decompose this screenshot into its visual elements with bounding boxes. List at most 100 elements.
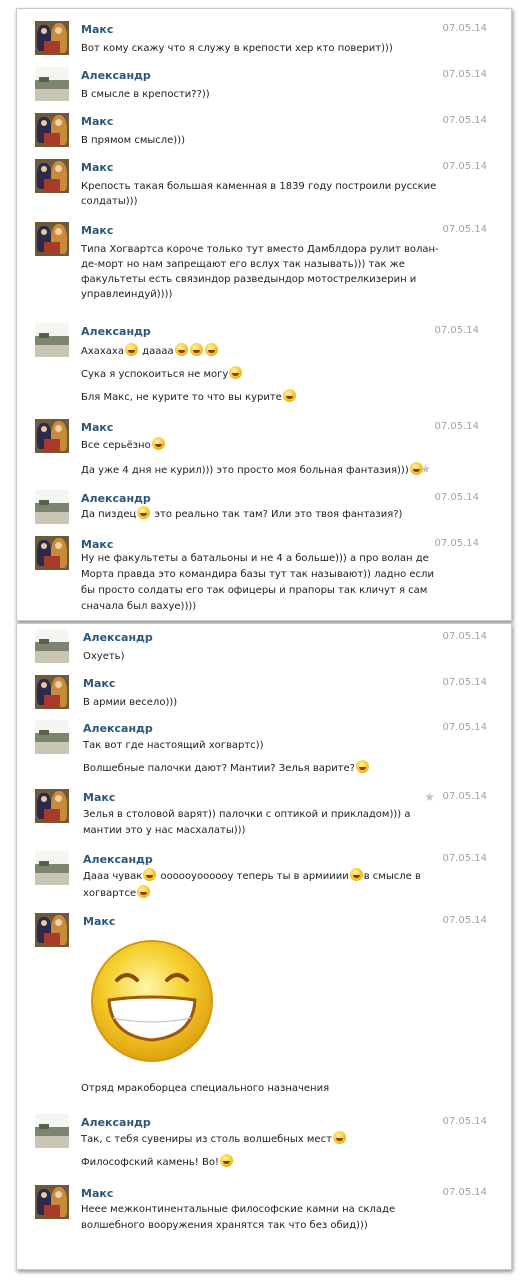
message-text: Сука я успокоиться не могу bbox=[81, 366, 489, 383]
message-text: Охуеть) bbox=[83, 651, 125, 662]
avatar-maks[interactable] bbox=[35, 159, 69, 193]
message-date: 07.05.14 bbox=[434, 325, 479, 336]
message: Макс 07.05.14 Типа Хогвартса короче толь… bbox=[17, 222, 511, 312]
avatar-maks[interactable] bbox=[35, 675, 69, 709]
message-date: 07.05.14 bbox=[442, 115, 487, 126]
message-date: 07.05.14 bbox=[434, 492, 479, 503]
message-date: 07.05.14 bbox=[434, 538, 479, 549]
message-text: Так вот где настоящий хогвартс)) bbox=[83, 740, 264, 751]
smile-icon bbox=[143, 868, 157, 881]
author-name[interactable]: Макс bbox=[81, 161, 113, 174]
message-text: хогвартсе bbox=[83, 885, 489, 902]
author-name[interactable]: Макс bbox=[81, 224, 113, 237]
message-date: 07.05.14 bbox=[442, 853, 487, 864]
author-name[interactable]: Александр bbox=[83, 722, 153, 735]
star-icon[interactable]: ★ bbox=[424, 790, 435, 804]
smile-icon bbox=[174, 343, 188, 356]
message-text: Типа Хогвартса короче только тут вместо … bbox=[81, 244, 439, 255]
avatar-aleksandr[interactable] bbox=[35, 720, 69, 754]
message-date: 07.05.14 bbox=[442, 677, 487, 688]
author-name[interactable]: Александр bbox=[81, 492, 151, 505]
message-text: де-морт но нам запрещают его вслух так н… bbox=[81, 259, 405, 270]
smile-icon bbox=[229, 366, 243, 379]
author-name[interactable]: Макс bbox=[81, 23, 113, 36]
avatar-maks[interactable] bbox=[35, 1185, 69, 1219]
message-text: Ахахаха дaааа bbox=[81, 343, 489, 360]
smile-icon bbox=[355, 760, 369, 773]
message-date: 07.05.14 bbox=[442, 224, 487, 235]
message-text: Бля Макс, не курите то что вы курите bbox=[81, 389, 489, 406]
message: Макс 07.05.14 Крепость такая большая кам… bbox=[17, 159, 511, 215]
author-name[interactable]: Макс bbox=[81, 538, 113, 551]
author-name[interactable]: Александр bbox=[81, 69, 151, 82]
smile-icon bbox=[204, 343, 218, 356]
message-text: Неее межконтинентальные философские камн… bbox=[81, 1204, 396, 1215]
message-text: волшебного вооружения хранятся так что б… bbox=[81, 1220, 368, 1231]
author-name[interactable]: Александр bbox=[83, 853, 153, 866]
message-text: бы просто солдаты его так офицеры и прап… bbox=[81, 585, 428, 596]
avatar-aleksandr[interactable] bbox=[35, 490, 69, 524]
message-text: мантии это у нас масхалаты))) bbox=[83, 825, 246, 836]
message-text: факультеты есть связиндор разведындор мо… bbox=[81, 274, 417, 285]
message-date: 07.05.14 bbox=[442, 631, 487, 642]
avatar-maks[interactable] bbox=[35, 913, 69, 947]
smile-icon bbox=[189, 343, 203, 356]
smile-icon bbox=[332, 1131, 346, 1144]
author-name[interactable]: Александр bbox=[81, 325, 151, 338]
chat-screenshot-part-1: Макс 07.05.14 Вот кому скажу что я служу… bbox=[16, 8, 512, 621]
message-date: 07.05.14 bbox=[442, 1116, 487, 1127]
avatar-aleksandr[interactable] bbox=[35, 323, 69, 357]
author-name[interactable]: Макс bbox=[83, 677, 115, 690]
smile-icon bbox=[137, 506, 151, 519]
avatar-aleksandr[interactable] bbox=[35, 629, 69, 663]
avatar-maks[interactable] bbox=[35, 222, 69, 256]
message-text: В прямом смысле))) bbox=[81, 135, 186, 146]
author-name[interactable]: Александр bbox=[83, 631, 153, 644]
avatar-maks[interactable] bbox=[35, 536, 69, 570]
message-date: 07.05.14 bbox=[442, 791, 487, 802]
message-text: В армии весело))) bbox=[83, 697, 178, 708]
avatar-maks[interactable] bbox=[35, 113, 69, 147]
message-text: Вот кому скажу что я служу в крепости хе… bbox=[81, 43, 393, 54]
avatar-maks[interactable] bbox=[35, 419, 69, 453]
message: Александр 07.05.14 Охуеть) bbox=[17, 629, 511, 669]
message-text: Так, с тебя сувениры из столь волшебных … bbox=[81, 1131, 489, 1148]
message: Александр 07.05.14 Да пиздец это реально… bbox=[17, 490, 511, 530]
big-smile-sticker bbox=[91, 940, 213, 1062]
author-name[interactable]: Макс bbox=[83, 915, 115, 928]
avatar-maks[interactable] bbox=[35, 21, 69, 55]
author-name[interactable]: Макс bbox=[81, 1187, 113, 1200]
avatar-aleksandr[interactable] bbox=[35, 1114, 69, 1148]
message-date: 07.05.14 bbox=[442, 161, 487, 172]
author-name[interactable]: Александр bbox=[81, 1116, 151, 1129]
smile-icon bbox=[137, 885, 151, 898]
message-text: Дааа чувак ooooоуoooooу теперь ты в арми… bbox=[83, 868, 489, 885]
star-icon[interactable]: ★ bbox=[420, 462, 431, 476]
message-text: Все серьёзно bbox=[81, 437, 489, 454]
avatar-aleksandr[interactable] bbox=[35, 67, 69, 101]
author-name[interactable]: Макс bbox=[83, 791, 115, 804]
message-text: Отряд мракоборцеа специального назначени… bbox=[81, 1083, 330, 1094]
message: Макс 07.05.14 Неее межконтинентальные фи… bbox=[17, 1185, 511, 1237]
message-date: 07.05.14 bbox=[442, 69, 487, 80]
avatar-maks[interactable] bbox=[35, 789, 69, 823]
message: Макс 07.05.14 Ну не факультеты а батальо… bbox=[17, 536, 511, 620]
message-text: Да пиздец это реально так там? Или это т… bbox=[81, 506, 489, 523]
message: Александр 07.05.14 Так, с тебя сувениры … bbox=[17, 1114, 511, 1176]
smile-icon bbox=[151, 437, 165, 450]
message: Александр 07.05.14 Так вот где настоящий… bbox=[17, 720, 511, 782]
smile-icon bbox=[349, 868, 363, 881]
message-date: 07.05.14 bbox=[442, 722, 487, 733]
avatar-aleksandr[interactable] bbox=[35, 851, 69, 885]
author-name[interactable]: Макс bbox=[81, 421, 113, 434]
smile-icon bbox=[219, 1154, 233, 1167]
message-date: 07.05.14 bbox=[442, 23, 487, 34]
message: Александр 07.05.14 Дааа чувак ooooоуoooo… bbox=[17, 851, 511, 903]
message-text: солдаты))) bbox=[81, 196, 138, 207]
message-text: В смысле в крепости??)) bbox=[81, 89, 210, 100]
message-date: 07.05.14 bbox=[434, 421, 479, 432]
message-text: Зелья в столовой варят)) палочки с оптик… bbox=[83, 809, 411, 820]
smile-icon bbox=[282, 389, 296, 402]
author-name[interactable]: Макс bbox=[81, 115, 113, 128]
chat-screenshot-part-2: Александр 07.05.14 Охуеть) Макс 07.05.14… bbox=[16, 623, 512, 1270]
